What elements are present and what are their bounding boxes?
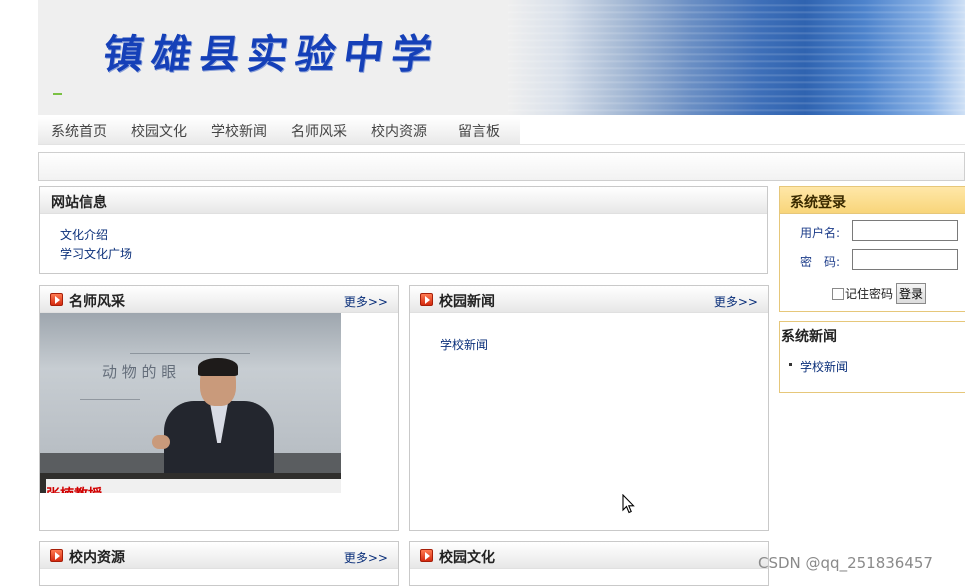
teacher-figure-hand: [152, 435, 170, 449]
culture-header: 校园文化: [410, 542, 768, 569]
arrow-icon: [50, 549, 63, 562]
password-input[interactable]: [852, 249, 958, 270]
mouse-pointer-icon: [622, 494, 635, 514]
photo-caption: 张楠教授: [46, 479, 341, 493]
resources-title: 校内资源: [69, 550, 125, 566]
password-label: 密 码:: [800, 255, 841, 269]
system-news-panel: 系统新闻 学校新闻: [779, 321, 965, 393]
system-news-title: 系统新闻: [781, 329, 837, 345]
nav-item-guestbook[interactable]: 留言板: [458, 121, 500, 141]
remember-row: 记住密码 登录: [832, 283, 927, 304]
site-info-title: 网站信息: [51, 195, 107, 211]
site-info-links: 文化介绍 学习文化广场: [40, 214, 767, 264]
culture-panel: 校园文化: [409, 541, 769, 586]
resources-more-link[interactable]: 更多>>: [344, 549, 388, 566]
resources-panel: 校内资源 更多>>: [39, 541, 399, 586]
login-panel: 系统登录 用户名: 密 码: 记住密码 登录: [779, 186, 965, 312]
nav-item-school-news[interactable]: 学校新闻: [211, 121, 267, 141]
teacher-figure-hair: [198, 358, 238, 376]
banner-light-streaks: [508, 0, 965, 115]
main-nav: 系统首页 校园文化 学校新闻 名师风采 校内资源 留言板: [38, 117, 520, 144]
nav-item-home[interactable]: 系统首页: [51, 121, 107, 141]
campus-news-item[interactable]: 学校新闻: [440, 336, 488, 353]
arrow-icon: [420, 549, 433, 562]
board-line: [130, 353, 250, 354]
teacher-photo[interactable]: 动 物 的 眼 张楠教授: [40, 313, 341, 493]
campus-news-panel: 校园新闻 更多>> 学校新闻: [409, 285, 769, 531]
teachers-panel: 名师风采 更多>> 动 物 的 眼 张楠教授: [39, 285, 399, 531]
login-header: 系统登录: [780, 187, 965, 214]
school-name: 镇雄县实验中学: [100, 31, 443, 78]
campus-news-title: 校园新闻: [439, 294, 495, 310]
arrow-icon: [50, 293, 63, 306]
password-row: 密 码:: [780, 249, 965, 271]
link-study-culture-square[interactable]: 学习文化广场: [60, 245, 767, 264]
watermark: CSDN @qq_251836457: [758, 554, 933, 572]
teacher-name[interactable]: 张楠教授: [46, 484, 102, 493]
bullet-icon: [789, 363, 792, 366]
culture-title: 校园文化: [439, 550, 495, 566]
header-banner: 镇雄县实验中学: [38, 0, 965, 115]
login-title: 系统登录: [790, 195, 846, 211]
board-writing: 动 物 的 眼: [102, 363, 177, 381]
teachers-header: 名师风采 更多>>: [40, 286, 398, 313]
username-input[interactable]: [852, 220, 958, 241]
link-culture-intro[interactable]: 文化介绍: [60, 226, 767, 245]
notice-bar: [38, 152, 965, 181]
system-news-link[interactable]: 学校新闻: [800, 358, 848, 375]
nav-item-resources[interactable]: 校内资源: [371, 121, 427, 141]
remember-checkbox[interactable]: [832, 287, 844, 300]
site-info-panel: 网站信息 文化介绍 学习文化广场: [39, 186, 768, 274]
username-label: 用户名:: [800, 226, 841, 240]
remember-label: 记住密码: [845, 287, 894, 301]
resources-header: 校内资源 更多>>: [40, 542, 398, 569]
campus-news-header: 校园新闻 更多>>: [410, 286, 768, 313]
system-news-item: 学校新闻: [789, 358, 848, 375]
login-button[interactable]: 登录: [896, 283, 927, 304]
nav-item-teachers[interactable]: 名师风采: [291, 121, 347, 141]
board-line: [80, 399, 140, 400]
username-row: 用户名:: [780, 220, 965, 242]
banner-dash-mark: [53, 93, 62, 95]
site-info-header: 网站信息: [40, 187, 767, 214]
nav-divider: [38, 144, 965, 145]
teachers-more-link[interactable]: 更多>>: [344, 293, 388, 310]
campus-news-more-link[interactable]: 更多>>: [714, 293, 758, 310]
teachers-title: 名师风采: [69, 294, 125, 310]
arrow-icon: [420, 293, 433, 306]
nav-item-campus-culture[interactable]: 校园文化: [131, 121, 187, 141]
